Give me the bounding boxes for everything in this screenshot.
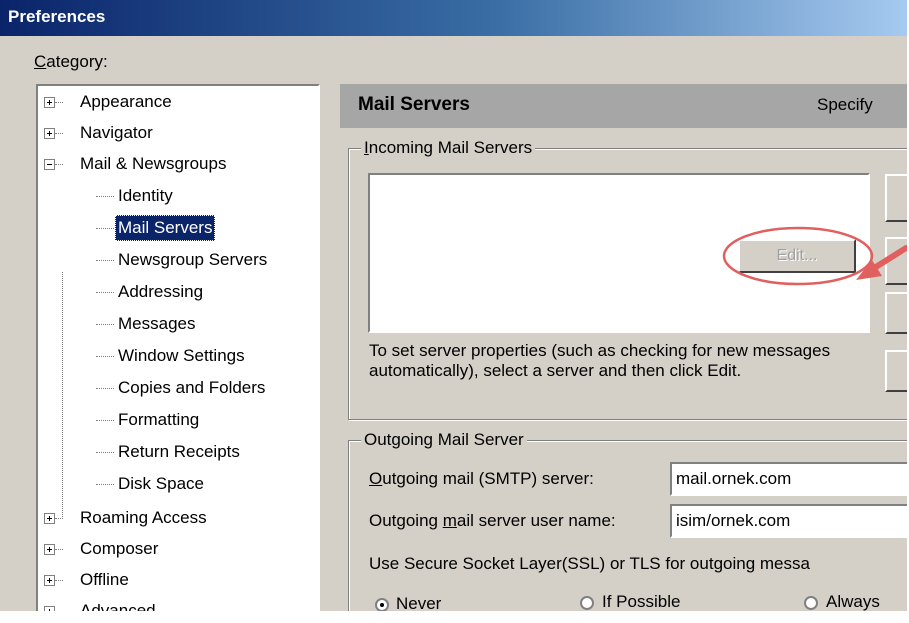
tree-branch-line bbox=[55, 518, 63, 519]
tree-branch-line bbox=[55, 580, 63, 581]
tree-branch-line bbox=[96, 356, 114, 357]
title-bar[interactable]: Preferences bbox=[0, 0, 907, 36]
category-label: Category: bbox=[34, 52, 108, 72]
incoming-legend-rest: ncoming Mail Servers bbox=[368, 138, 533, 157]
tree-branch-line bbox=[96, 388, 114, 389]
tree-branch-line bbox=[96, 452, 114, 453]
tree-branch-line bbox=[96, 196, 114, 197]
expand-icon[interactable] bbox=[44, 513, 55, 524]
ssl-always-radio[interactable] bbox=[804, 596, 818, 610]
tree-item-label: Messages bbox=[118, 314, 196, 333]
expand-icon[interactable] bbox=[44, 606, 55, 611]
incoming-servers-legend: Incoming Mail Servers bbox=[361, 138, 536, 158]
ssl-label: Use Secure Socket Layer(SSL) or TLS for … bbox=[369, 554, 810, 573]
tree-item-label: Mail Servers bbox=[115, 215, 216, 241]
tree-branch-line bbox=[96, 484, 114, 485]
smtp-user-label: Outgoing mail server user name: bbox=[369, 511, 616, 531]
tree-item-label: Window Settings bbox=[118, 346, 245, 365]
highlight-ellipse bbox=[722, 226, 874, 286]
user-label-rest: ail server user name: bbox=[456, 511, 616, 530]
tree-item-label: Identity bbox=[118, 186, 173, 205]
tree-item-label: Appearance bbox=[80, 92, 172, 111]
smtp-label-rest: utgoing mail (SMTP) server: bbox=[382, 469, 594, 488]
category-label-rest: ategory: bbox=[46, 52, 108, 71]
tree-branch-line bbox=[96, 260, 114, 261]
smtp-server-input[interactable]: mail.ornek.com bbox=[670, 462, 907, 496]
user-label-mnemonic: m bbox=[442, 511, 457, 530]
category-label-mnemonic: C bbox=[34, 52, 47, 71]
panel-title: Mail Servers bbox=[358, 94, 470, 115]
user-label-part1: Outgoing bbox=[369, 511, 443, 530]
smtp-server-label: Outgoing mail (SMTP) server: bbox=[369, 469, 594, 489]
expand-icon[interactable] bbox=[44, 544, 55, 555]
expand-icon[interactable] bbox=[44, 128, 55, 139]
expand-icon[interactable] bbox=[44, 575, 55, 586]
tree-branch-line bbox=[96, 324, 114, 325]
annotation-overlay bbox=[722, 226, 907, 286]
smtp-label-mnemonic: O bbox=[369, 469, 383, 488]
tree-item-label: Navigator bbox=[80, 123, 153, 142]
ssl-if-possible-label[interactable]: If Possible bbox=[602, 592, 680, 611]
tree-branch-line bbox=[55, 102, 63, 103]
tree-item-label: Roaming Access bbox=[80, 508, 207, 527]
ssl-always-label[interactable]: Always bbox=[826, 592, 880, 611]
tree-branch-line bbox=[55, 133, 63, 134]
ssl-never-label[interactable]: Never bbox=[396, 594, 441, 611]
tree-branch-line bbox=[96, 292, 114, 293]
window-title: Preferences bbox=[8, 7, 106, 26]
expand-icon[interactable] bbox=[44, 97, 55, 108]
add-server-button[interactable] bbox=[885, 174, 907, 222]
tree-item-label: Return Receipts bbox=[118, 442, 240, 461]
collapse-icon[interactable] bbox=[44, 159, 55, 170]
tree-item-label: Copies and Folders bbox=[118, 378, 266, 397]
tree-item-label: Offline bbox=[80, 570, 129, 589]
set-default-button[interactable] bbox=[885, 350, 907, 392]
panel-header: Mail Servers Specify bbox=[340, 84, 907, 128]
tree-item-label: Newsgroup Servers bbox=[118, 250, 268, 269]
ssl-if-possible-radio[interactable] bbox=[580, 596, 594, 610]
panel-subtitle: Specify bbox=[817, 95, 873, 114]
smtp-user-input[interactable]: isim/ornek.com bbox=[670, 504, 907, 538]
outgoing-server-legend: Outgoing Mail Server bbox=[361, 430, 527, 450]
tree-item-label: Formatting bbox=[118, 410, 200, 429]
tree-branch-line bbox=[96, 228, 114, 229]
tree-item-label: Composer bbox=[80, 539, 159, 558]
preferences-window: Preferences Category: Appearance Navigat… bbox=[0, 0, 907, 611]
tree-branch-line bbox=[96, 420, 114, 421]
tree-item-label: Addressing bbox=[118, 282, 204, 301]
tree-item-label: Advanced bbox=[80, 601, 156, 611]
incoming-help-text: To set server properties (such as checki… bbox=[369, 341, 831, 380]
tree-item-label: Disk Space bbox=[118, 474, 204, 493]
tree-branch-line bbox=[55, 164, 63, 165]
ssl-never-radio[interactable] bbox=[375, 598, 389, 611]
tree-branch-line bbox=[55, 549, 63, 550]
remove-server-button[interactable] bbox=[885, 292, 907, 334]
category-tree[interactable]: Appearance Navigator Mail & Newsgroups I… bbox=[36, 84, 320, 611]
tree-item-label: Mail & Newsgroups bbox=[80, 154, 227, 173]
tree-branch-line bbox=[62, 272, 63, 517]
